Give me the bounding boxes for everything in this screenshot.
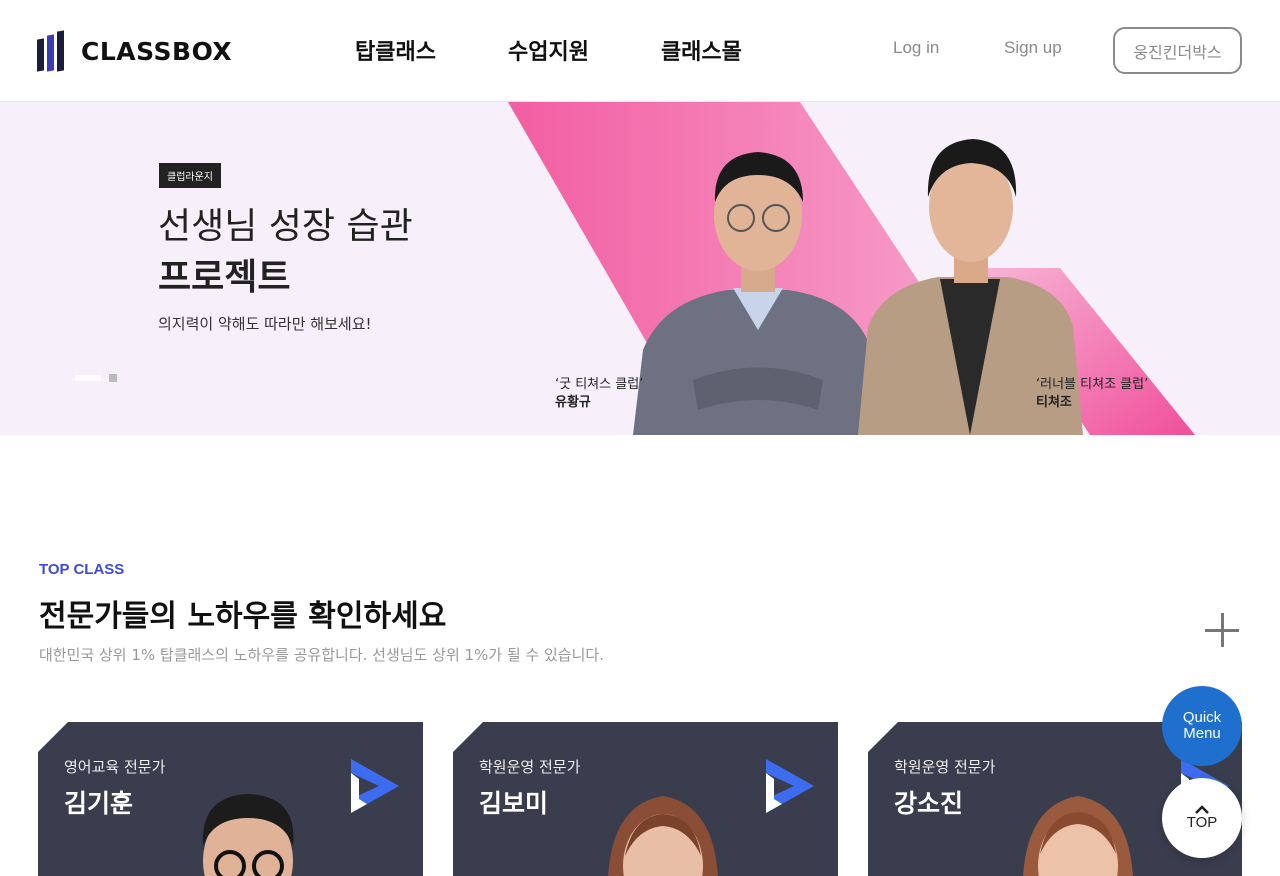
play-logo-icon [766, 759, 814, 813]
login-link[interactable]: Log in [893, 38, 939, 58]
main-nav: 탑클래스 수업지원 클래스몰 [355, 34, 814, 66]
expert-role: 영어교육 전문가 [64, 758, 166, 776]
expert-photo [607, 796, 719, 876]
banner-title-line2: 프로젝트 [158, 257, 291, 298]
teacher-photo-1 [633, 152, 883, 435]
banner-subtitle: 의지력이 약해도 따라만 해보세요! [158, 315, 372, 333]
banner-badge: 클럽라운지 [159, 163, 221, 188]
banner-dot-1[interactable] [75, 375, 101, 381]
teacher-name-2: 티쳐조 [1036, 395, 1072, 410]
logo-text: CLASSBOX [81, 36, 233, 66]
section-title: 전문가들의 노하우를 확인하세요 [39, 599, 447, 634]
scroll-top-button[interactable]: TOP [1162, 778, 1242, 858]
banner-title-line1: 선생님 성장 습관 [158, 206, 413, 247]
site-header: CLASSBOX 탑클래스 수업지원 클래스몰 Log in Sign up 웅… [0, 0, 1280, 102]
section-subtitle: 대한민국 상위 1% 탑클래스의 노하우를 공유합니다. 선생님도 상위 1%가… [39, 646, 604, 664]
nav-item-class-mall[interactable]: 클래스몰 [661, 34, 742, 66]
quick-menu-label-1: Quick [1182, 709, 1222, 726]
expert-role: 학원운영 전문가 [894, 758, 996, 776]
banner-pagination [75, 374, 117, 382]
teacher-caption-2: ‘러너블 티쳐조 클럽’ 티쳐조 [1036, 376, 1148, 412]
signup-link[interactable]: Sign up [1004, 38, 1062, 58]
kinderbox-button[interactable]: 웅진킨더박스 [1113, 27, 1242, 74]
section-tag: TOP CLASS [39, 561, 125, 578]
chevron-up-icon [1195, 805, 1209, 814]
plus-icon[interactable] [1205, 613, 1239, 647]
hero-banner[interactable]: 클럽라운지 선생님 성장 습관 프로젝트 의지력이 약해도 따라만 해보세요! … [0, 102, 1280, 435]
teacher-club-2: ‘러너블 티쳐조 클럽’ [1036, 377, 1149, 392]
classbox-logo[interactable]: CLASSBOX [37, 30, 233, 72]
expert-card[interactable]: 학원운영 전문가 김보미 [453, 722, 838, 876]
expert-photo [202, 794, 294, 876]
quick-menu-label-2: Menu [1183, 725, 1221, 742]
teacher-club-1: ‘굿 티쳐스 클럽’ [555, 377, 644, 392]
teacher-caption-1: ‘굿 티쳐스 클럽’ 유황규 [555, 376, 643, 412]
expert-role: 학원운영 전문가 [479, 758, 581, 776]
play-logo-icon [351, 759, 399, 813]
expert-name: 김기훈 [64, 789, 134, 818]
top-label: TOP [1186, 814, 1218, 831]
nav-item-topclass[interactable]: 탑클래스 [355, 34, 436, 66]
expert-card[interactable]: 영어교육 전문가 김기훈 [38, 722, 423, 876]
expert-name: 김보미 [479, 789, 549, 818]
teacher-name-1: 유황규 [555, 395, 591, 410]
nav-item-class-support[interactable]: 수업지원 [508, 34, 589, 66]
expert-name: 강소진 [894, 789, 964, 818]
banner-dot-2[interactable] [109, 374, 117, 382]
classbox-logo-icon [37, 30, 69, 72]
quick-menu-button[interactable]: Quick Menu [1162, 686, 1242, 766]
expert-photo [1022, 796, 1134, 876]
